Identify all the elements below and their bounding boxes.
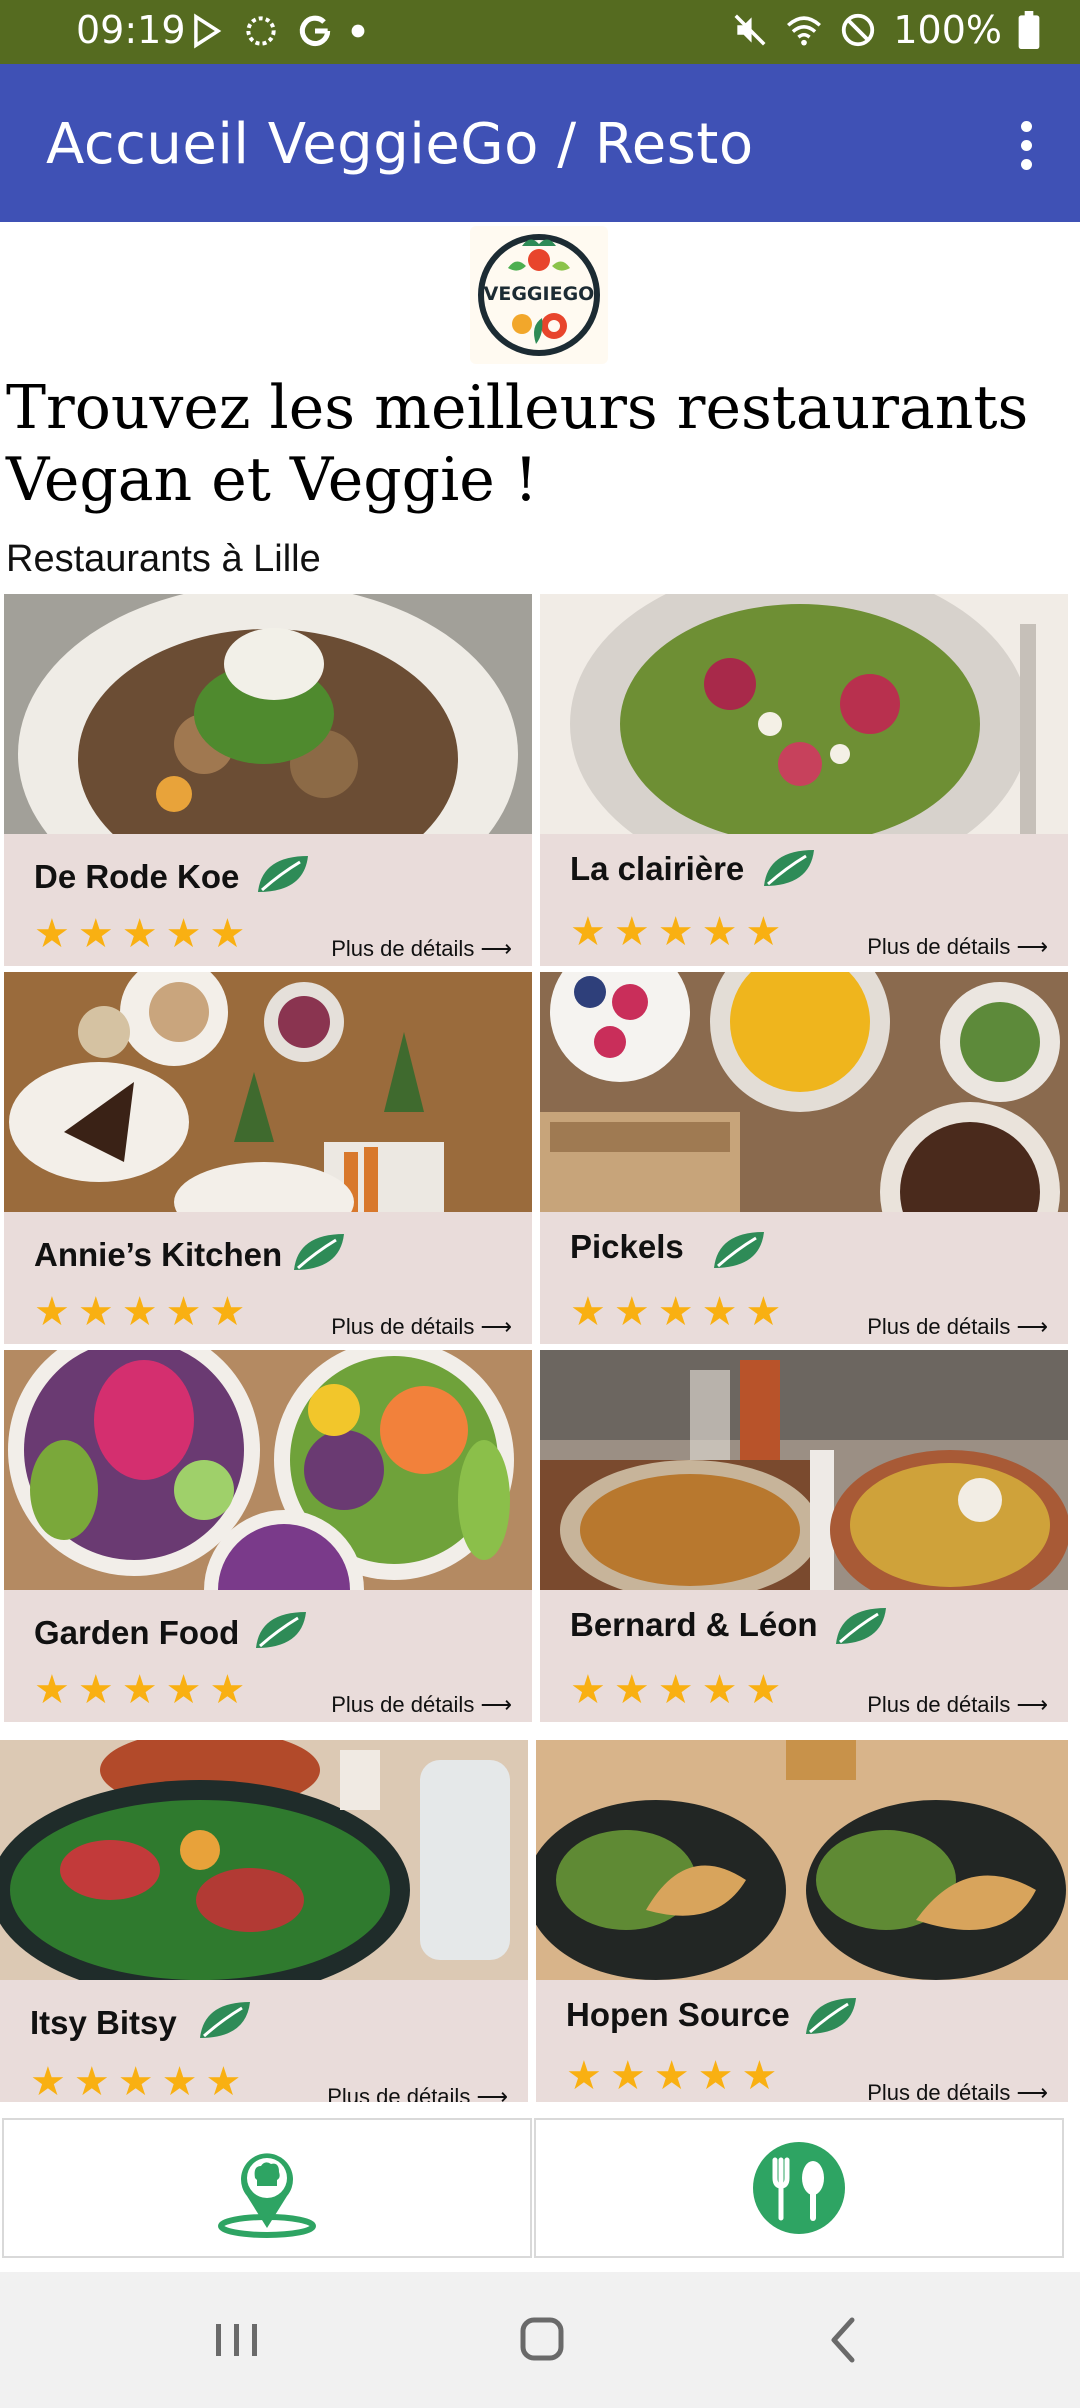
restaurant-photo <box>4 594 532 834</box>
arrow-right-icon: ⟶ <box>480 936 512 961</box>
arrow-right-icon: ⟶ <box>480 1314 512 1339</box>
battery-percentage: 100% <box>893 8 1002 52</box>
status-bar: 09:19 100% <box>0 0 1080 64</box>
restaurant-name: La clairière <box>570 850 745 887</box>
leaf-icon <box>256 1612 306 1648</box>
loading-icon <box>246 16 276 46</box>
restaurant-card[interactable]: La clairière ★ ★ ★ ★ ★ Plus de détails ⟶ <box>540 594 1068 966</box>
bottom-action-bar <box>0 2118 1080 2258</box>
logo-text: VEGGIEGO <box>484 283 595 305</box>
restaurant-card[interactable]: Garden Food ★ ★ ★ ★ ★ Plus de détails ⟶ <box>4 1350 532 1722</box>
rating-stars: ★ ★ ★ ★ ★ <box>34 1290 246 1334</box>
restaurant-name: Garden Food <box>34 1614 240 1651</box>
more-vert-icon[interactable] <box>1006 116 1046 176</box>
logo-graphic: VEGGIEGO <box>478 234 600 356</box>
city-subtitle: Restaurants à Lille <box>6 538 321 580</box>
home-icon[interactable] <box>506 2312 576 2368</box>
rating-stars: ★ ★ ★ ★ ★ <box>570 910 782 954</box>
leaf-icon <box>836 1608 886 1644</box>
arrow-right-icon: ⟶ <box>1016 1692 1048 1717</box>
details-link[interactable]: Plus de détails ⟶ <box>327 2084 508 2102</box>
arrow-right-icon: ⟶ <box>476 2084 508 2102</box>
restaurant-card[interactable]: Pickels ★ ★ ★ ★ ★ Plus de détails ⟶ <box>540 972 1068 1344</box>
status-left-icons <box>188 12 366 50</box>
veggiego-logo: VEGGIEGO <box>470 226 608 364</box>
restaurant-name: Itsy Bitsy <box>30 2004 177 2041</box>
leaf-icon <box>714 1232 764 1268</box>
restaurant-card[interactable]: De Rode Koe ★ ★ ★ ★ ★ Plus de détails ⟶ <box>4 594 532 966</box>
rating-stars: ★ ★ ★ ★ ★ <box>570 1668 782 1712</box>
page-headline: Trouvez les meilleurs restaurants Vegan … <box>6 373 1029 515</box>
app-bar-title: Accueil VeggieGo / Resto <box>46 112 754 177</box>
restaurant-card[interactable]: Itsy Bitsy ★ ★ ★ ★ ★ Plus de détails ⟶ <box>0 1740 528 2102</box>
play-store-icon <box>194 13 222 49</box>
restaurant-name: Hopen Source <box>566 1996 790 2033</box>
rating-stars: ★ ★ ★ ★ ★ <box>34 1668 246 1712</box>
restaurant-card[interactable]: Hopen Source ★ ★ ★ ★ ★ Plus de détails ⟶ <box>536 1740 1068 2102</box>
rating-stars: ★ ★ ★ ★ ★ <box>30 2060 242 2102</box>
details-link[interactable]: Plus de détails ⟶ <box>867 934 1048 960</box>
details-link[interactable]: Plus de détails ⟶ <box>331 1314 512 1340</box>
restaurant-photo <box>0 1740 528 1980</box>
restaurant-name: Pickels <box>570 1228 684 1265</box>
details-link[interactable]: Plus de détails ⟶ <box>867 1314 1048 1340</box>
restaurant-cutlery-icon <box>753 2142 845 2234</box>
system-nav-bar <box>0 2272 1080 2408</box>
details-link[interactable]: Plus de détails ⟶ <box>331 1692 512 1718</box>
app-bar: Accueil VeggieGo / Resto <box>0 64 1080 222</box>
restaurant-photo <box>540 1350 1068 1590</box>
arrow-right-icon: ⟶ <box>1016 934 1048 959</box>
restaurant-name: Annie’s Kitchen <box>34 1236 283 1273</box>
restaurant-name: Bernard & Léon <box>570 1606 818 1643</box>
details-link[interactable]: Plus de détails ⟶ <box>331 936 512 962</box>
rating-stars: ★ ★ ★ ★ ★ <box>570 1290 782 1334</box>
restaurant-photo <box>4 972 532 1212</box>
restaurant-card[interactable]: Annie’s Kitchen ★ ★ ★ ★ ★ Plus de détails ⟶ <box>4 972 532 1344</box>
restaurant-grid: De Rode Koe ★ ★ ★ ★ ★ Plus de détails ⟶ La c… <box>0 592 1080 2102</box>
restaurant-photo <box>4 1350 532 1590</box>
arrow-right-icon: ⟶ <box>480 1692 512 1717</box>
dot-icon <box>351 24 365 38</box>
leaf-icon <box>806 1998 856 2034</box>
leaf-icon <box>294 1234 344 1270</box>
rating-stars: ★ ★ ★ ★ ★ <box>566 2054 778 2098</box>
leaf-icon <box>258 856 308 892</box>
find-restaurants-button[interactable] <box>2 2118 532 2258</box>
leaf-icon <box>764 850 814 886</box>
do-not-disturb-icon <box>842 13 875 47</box>
restaurant-photo <box>540 594 1068 834</box>
battery-icon <box>1018 11 1040 49</box>
arrow-right-icon: ⟶ <box>1016 1314 1048 1339</box>
wifi-icon <box>787 16 822 46</box>
status-right: 100% <box>731 8 1040 52</box>
restaurant-name: De Rode Koe <box>34 858 240 895</box>
status-time: 09:19 <box>76 8 186 52</box>
rating-stars: ★ ★ ★ ★ ★ <box>34 912 246 956</box>
details-link[interactable]: Plus de détails ⟶ <box>867 2080 1048 2102</box>
chef-location-icon <box>218 2153 316 2238</box>
back-icon[interactable] <box>808 2312 878 2368</box>
restaurant-photo <box>540 972 1068 1212</box>
google-icon <box>299 15 331 47</box>
recents-icon[interactable] <box>202 2312 272 2368</box>
restaurants-button[interactable] <box>534 2118 1064 2258</box>
arrow-right-icon: ⟶ <box>1016 2080 1048 2102</box>
leaf-icon <box>200 2002 250 2038</box>
details-link[interactable]: Plus de détails ⟶ <box>867 1692 1048 1718</box>
restaurant-photo <box>536 1740 1068 1980</box>
mute-icon <box>734 14 766 46</box>
restaurant-card[interactable]: Bernard & Léon ★ ★ ★ ★ ★ Plus de détails ⟶ <box>540 1350 1068 1722</box>
